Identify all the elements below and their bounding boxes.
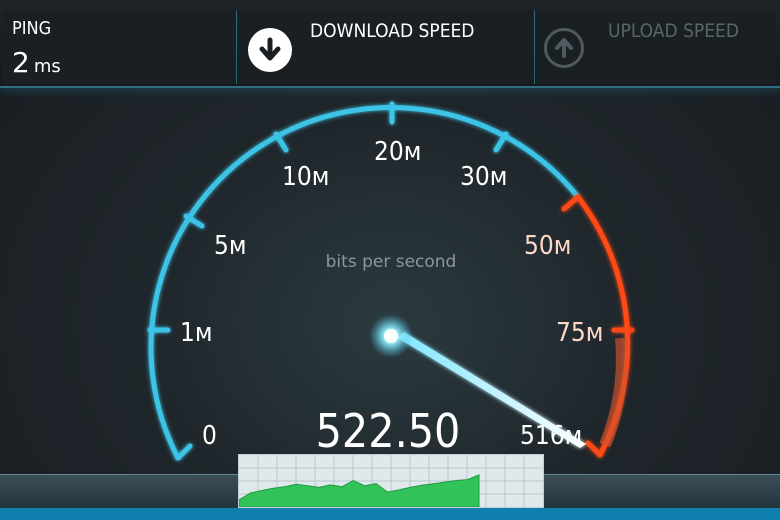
ping-unit: ms (33, 56, 61, 77)
speed-readout: 522.50 (316, 404, 461, 458)
tick-label-0: 0 (202, 421, 217, 451)
tick-label-1m: 1м (180, 318, 213, 348)
units-caption: bits per second (326, 252, 457, 272)
ping-panel: PING 2 ms (2, 10, 237, 84)
upload-panel: UPLOAD SPEED (536, 10, 776, 84)
tick-label-50m: 50м (524, 231, 571, 261)
tick-label-30m: 30м (460, 162, 507, 192)
throughput-graph (238, 454, 544, 508)
upload-arrow-icon (544, 28, 584, 68)
download-speed-label: DOWNLOAD SPEED (310, 20, 475, 42)
tick-label-75m: 75м (556, 318, 603, 348)
download-panel: DOWNLOAD SPEED (238, 10, 535, 84)
ping-number: 2 (12, 46, 30, 79)
tick-label-5m: 5м (214, 231, 247, 261)
tick-label-10m: 10м (282, 162, 329, 192)
graph-svg (238, 455, 543, 508)
gauge-fill-band (599, 337, 628, 448)
tick-label-20m: 20м (374, 137, 421, 167)
download-arrow-icon (248, 28, 292, 72)
header-bar: PING 2 ms DOWNLOAD SPEED UPLOAD SPEED (0, 0, 780, 88)
throughput-area (238, 474, 480, 508)
speedtest-window: PING 2 ms DOWNLOAD SPEED UPLOAD SPEED 0 … (0, 0, 780, 520)
accent-strip (0, 508, 780, 520)
ping-label: PING (12, 18, 52, 39)
ping-value: 2 ms (12, 46, 61, 79)
upload-speed-label: UPLOAD SPEED (608, 20, 739, 42)
